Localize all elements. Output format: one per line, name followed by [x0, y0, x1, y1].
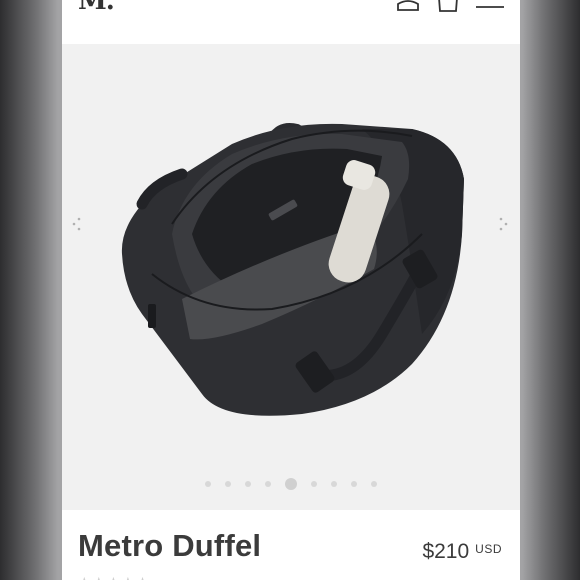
pagination-dot-active[interactable] — [285, 478, 297, 490]
pagination-dot[interactable] — [371, 481, 377, 487]
product-image — [121, 123, 464, 416]
cart-icon[interactable] — [437, 0, 459, 19]
product-title: Metro Duffel — [78, 528, 262, 563]
site-header: M. — [62, 0, 520, 44]
rating-stars[interactable]: ★★★★★ — [78, 574, 151, 580]
pagination-dot[interactable] — [331, 481, 337, 487]
price-currency: USD — [475, 542, 502, 556]
next-image-icon[interactable] — [496, 216, 510, 234]
pagination-dot[interactable] — [205, 481, 211, 487]
price-amount: $210 — [422, 540, 470, 563]
previous-image-icon[interactable] — [70, 216, 84, 234]
pagination-dot[interactable] — [351, 481, 357, 487]
product-page: M. Metro Duffel $210 USD — [62, 0, 520, 580]
pagination-dot[interactable] — [225, 481, 231, 487]
pagination-dot[interactable] — [311, 481, 317, 487]
product-price: $210 USD — [422, 540, 502, 564]
gallery-pagination — [62, 476, 520, 492]
brand-logo[interactable]: M. — [78, 0, 115, 16]
menu-icon[interactable] — [476, 0, 504, 19]
pagination-dot[interactable] — [245, 481, 251, 487]
account-icon[interactable] — [396, 0, 420, 19]
product-gallery[interactable] — [62, 44, 520, 510]
pagination-dot[interactable] — [265, 481, 271, 487]
